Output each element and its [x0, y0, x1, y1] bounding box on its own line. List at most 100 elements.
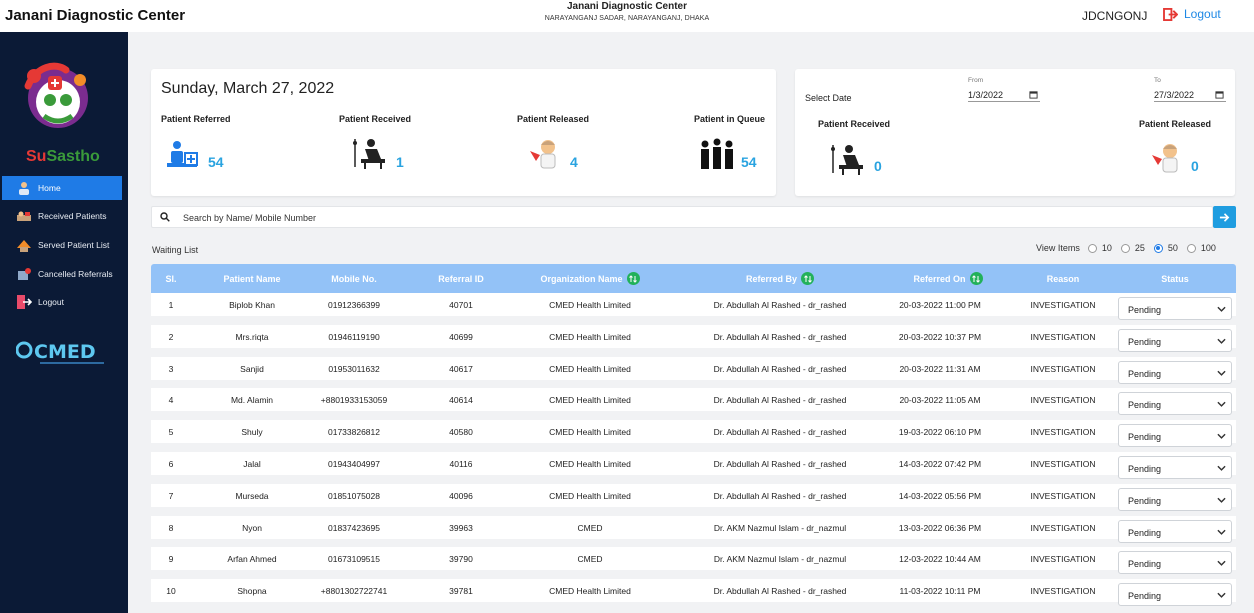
sidebar: SuSastho Home Received Patients Served P…: [0, 32, 128, 613]
search-submit-button[interactable]: [1213, 206, 1236, 228]
view-option-50[interactable]: 50: [1153, 243, 1178, 253]
cancelled-referrals-icon: [18, 268, 31, 280]
radio-button-selected[interactable]: [1153, 243, 1163, 253]
column-referred-by[interactable]: Referred By: [691, 264, 869, 293]
summary-date: Sunday, March 27, 2022: [161, 80, 335, 97]
daily-summary-card: Sunday, March 27, 2022 Patient Referred …: [151, 69, 776, 196]
cmed-logo: CMED: [16, 341, 104, 364]
sort-icon[interactable]: [969, 272, 983, 285]
search-bar: [151, 206, 1213, 228]
user-code: JDCNGONJ: [1082, 9, 1148, 23]
logout-icon: [1163, 7, 1178, 21]
cell-referred-by: Dr. Abdullah Al Rashed - dr_rashed: [713, 459, 847, 469]
cell-referred-on: 13-03-2022 06:36 PM: [898, 522, 982, 533]
table-row: 8 Nyon 01837423695 39963 CMED Dr. AKM Nazmul …: [151, 515, 1236, 543]
cell-referral-id: 40699: [449, 331, 473, 342]
status-dropdown[interactable]: Pending: [1118, 519, 1232, 543]
calendar-icon[interactable]: [1215, 90, 1224, 99]
from-date-label: From: [968, 77, 984, 84]
radio-button[interactable]: [1087, 243, 1097, 253]
status-value: Pending: [1128, 527, 1162, 538]
patient-queue-label: Patient in Queue: [694, 114, 766, 124]
table-row: 7 Murseda 01851075028 40096 CMED Health Limi…: [151, 483, 1236, 511]
view-option-label: 50: [1167, 243, 1178, 253]
to-date-label: To: [1154, 77, 1161, 84]
sort-icon[interactable]: [626, 272, 640, 285]
range-received-label: Patient Received: [818, 119, 891, 129]
view-option-label: 100: [1200, 243, 1216, 253]
status-dropdown[interactable]: Pending: [1118, 297, 1232, 320]
cell-referral-id: 40617: [449, 363, 473, 374]
cell-mobile: 01946119190: [328, 331, 380, 342]
patient-released-value: 4: [570, 154, 578, 170]
view-items-label: View Items: [1036, 243, 1080, 253]
waiting-list-title: Waiting List: [152, 245, 199, 255]
cell-organization: CMED Health Limited: [549, 331, 631, 342]
column-referred-on[interactable]: Referred On: [883, 264, 1013, 293]
cell-patient-name: Shuly: [241, 427, 263, 438]
chevron-down-icon: [1217, 497, 1226, 503]
patient-released-icon: [530, 140, 556, 169]
status-dropdown[interactable]: Pending: [1118, 360, 1232, 384]
calendar-icon[interactable]: [1029, 90, 1038, 99]
status-value: Pending: [1128, 559, 1162, 570]
status-dropdown[interactable]: Pending: [1118, 583, 1232, 607]
sidebar-item-logout[interactable]: Logout: [2, 290, 122, 314]
view-option-100[interactable]: 100: [1186, 243, 1216, 253]
patient-released-label: Patient Released: [517, 114, 590, 124]
cell-reason: INVESTIGATION: [1030, 490, 1096, 501]
column-organization[interactable]: Organization Name: [511, 264, 669, 293]
radio-button[interactable]: [1186, 243, 1196, 253]
cell-sl: 7: [168, 490, 174, 501]
status-dropdown[interactable]: Pending: [1118, 328, 1232, 352]
range-released-value: 0: [1191, 158, 1199, 174]
cell-referred-on: 20-03-2022 11:05 AM: [899, 395, 981, 406]
cell-referred-on: 19-03-2022 06:10 PM: [898, 427, 982, 438]
status-dropdown[interactable]: Pending: [1118, 392, 1232, 416]
status-dropdown[interactable]: Pending: [1118, 551, 1232, 575]
view-option-25[interactable]: 25: [1120, 243, 1145, 253]
cell-mobile: 01673109515: [327, 554, 380, 565]
sidebar-item-label: Logout: [38, 297, 64, 307]
cell-mobile: 01851075028: [327, 490, 380, 501]
sort-icon[interactable]: [801, 272, 815, 285]
status-value: Pending: [1128, 336, 1162, 347]
patient-received-label: Patient Received: [339, 114, 412, 124]
patient-queue-icon: [701, 138, 733, 169]
logout-label: Logout: [1184, 7, 1221, 21]
cell-mobile: +8801302722741: [320, 586, 388, 597]
table-row: 10 Shopna +8801302722741 39781 CMED Health L…: [151, 579, 1236, 607]
cell-reason: INVESTIGATION: [1030, 331, 1096, 342]
status-dropdown[interactable]: Pending: [1118, 487, 1232, 511]
table-row: 1 Biplob Khan 01912366399 40701 CMED Health …: [151, 293, 1236, 320]
center-name: Janani Diagnostic Center: [566, 1, 688, 12]
status-dropdown[interactable]: Pending: [1118, 424, 1232, 448]
column-status: Status: [1113, 264, 1237, 293]
sidebar-item-home[interactable]: Home: [2, 176, 122, 200]
column-label: Mobile No.: [331, 273, 377, 284]
home-user-icon: [19, 182, 29, 195]
column-label: Patient Name: [223, 273, 281, 284]
sidebar-item-label: Cancelled Referrals: [38, 269, 113, 279]
cell-reason: INVESTIGATION: [1030, 427, 1096, 438]
cell-sl: 10: [166, 586, 176, 597]
chevron-down-icon: [1217, 529, 1226, 535]
status-dropdown[interactable]: Pending: [1118, 456, 1232, 479]
table-row: 3 Sanjid 01953011632 40617 CMED Health Limit…: [151, 356, 1236, 384]
from-date-field[interactable]: From 1/3/2022: [968, 77, 1040, 102]
search-input[interactable]: [183, 210, 1183, 225]
sidebar-item-received-patients[interactable]: Received Patients: [2, 204, 122, 228]
sidebar-item-cancelled-referrals[interactable]: Cancelled Referrals: [2, 262, 122, 286]
patient-received-icon: [831, 145, 863, 175]
view-option-10[interactable]: 10: [1087, 243, 1112, 253]
cell-referred-on: 20-03-2022 11:00 PM: [899, 300, 981, 310]
cell-referral-id: 39963: [449, 522, 473, 533]
to-date-field[interactable]: To 27/3/2022: [1154, 77, 1226, 102]
radio-button[interactable]: [1120, 243, 1130, 253]
status-value: Pending: [1128, 432, 1162, 443]
sidebar-item-served-patients[interactable]: Served Patient List: [2, 233, 122, 257]
cell-referral-id: 40116: [449, 459, 473, 469]
cell-referred-by: Dr. Abdullah Al Rashed - dr_rashed: [713, 586, 847, 597]
logout-link[interactable]: Logout: [1163, 7, 1221, 21]
chevron-down-icon: [1217, 402, 1226, 408]
